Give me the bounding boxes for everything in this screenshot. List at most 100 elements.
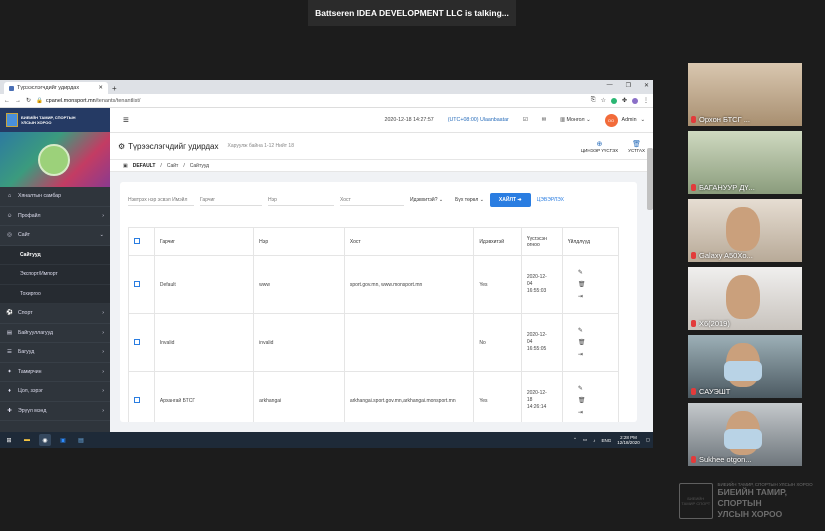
reload-icon[interactable]: ↻ (26, 97, 31, 104)
sidebar-item[interactable]: ✚ Эрүүл мэнд › (0, 402, 110, 421)
maximize-icon[interactable]: ❐ (626, 82, 631, 89)
cell-created: 2020-12- 18 14:26:14 (520, 371, 563, 422)
type-select[interactable]: Бүх төрөл ⌄ (455, 197, 484, 203)
puzzle-icon[interactable]: ✤ (622, 97, 627, 104)
sidebar-item-arrow-icon: › (102, 368, 104, 375)
zoom-icon[interactable]: ▣ (57, 434, 69, 446)
participant-name: Galaxy A50Xo... (699, 251, 753, 260)
menu-icon[interactable]: ⋮ (643, 97, 649, 104)
select-all-checkbox[interactable] (134, 237, 140, 244)
forward-icon[interactable]: → (15, 98, 21, 104)
participant-tile[interactable]: Sukhee otgon... (688, 403, 802, 466)
name-input[interactable]: Нэр (268, 194, 334, 206)
sidebar-item[interactable]: ⌂ Хяналтын самбар (0, 187, 110, 207)
flag-icon: ▥ (560, 117, 566, 123)
input-language[interactable]: ENG (601, 438, 611, 443)
host-input[interactable]: Хост (340, 194, 404, 206)
volume-icon[interactable]: ♪ (593, 438, 595, 443)
active-select[interactable]: Идэвхитэй? ⌄ (410, 197, 443, 203)
language-select[interactable]: ▥ Монгол ⌄ (560, 117, 591, 123)
cell-created: 2020-12- 04 16:55:03 (520, 255, 563, 314)
column-header[interactable]: Үйлдлүүд (561, 227, 620, 256)
edit-icon[interactable]: ✎ (578, 327, 583, 334)
created-time: 16:55:05 (526, 346, 547, 352)
sidebar-item[interactable]: ✦ Тамирчин › (0, 363, 110, 382)
clock[interactable]: 2:28 PM 12/18/2020 (617, 435, 640, 445)
browser-tab[interactable]: Түрээслэгчдийг удирдах ✕ (4, 82, 108, 94)
sidebar-item-icon: ☰ (7, 349, 12, 356)
breadcrumb-site[interactable]: Сайт (167, 163, 179, 169)
new-tab-icon[interactable]: + (112, 84, 117, 93)
network-icon[interactable]: ▭ (583, 437, 587, 443)
muted-mic-icon (691, 116, 696, 123)
chrome-icon[interactable]: ◉ (39, 434, 51, 446)
sidebar-item[interactable]: ▤ Байгууллагууд › (0, 324, 110, 343)
breadcrumb-default[interactable]: DEFAULT (133, 163, 156, 169)
sidebar-item[interactable]: ◎ Сайт ⌄ (0, 226, 110, 246)
clear-button[interactable]: ЦЭВЭРЛЭХ (537, 197, 564, 203)
sidebar-item[interactable]: ☺ Профайл › (0, 207, 110, 226)
login-icon[interactable]: ⇥ (578, 409, 583, 416)
sidebar-subitem[interactable]: Сайтууд (0, 245, 110, 265)
close-window-icon[interactable]: ✕ (644, 82, 649, 89)
trash-icon[interactable]: 🗑 (578, 397, 586, 404)
extension-icon[interactable] (610, 97, 617, 104)
scrollbar[interactable] (647, 148, 653, 210)
sidebar-item-label: Цол, зэрэг (18, 388, 43, 395)
row-checkbox[interactable] (134, 280, 140, 287)
sidebar-subitem[interactable]: Экспорт/Импорт (0, 265, 110, 285)
login-icon[interactable]: ⇥ (578, 351, 583, 358)
minimize-icon[interactable]: — (607, 82, 613, 89)
search-button[interactable]: ХАЙЛТ ➜ (489, 193, 531, 207)
hamburger-icon[interactable]: ≡ (123, 115, 385, 126)
user-menu[interactable]: OO Admin ⌄ (604, 113, 645, 127)
created-day: 04 (526, 339, 533, 345)
trash-icon[interactable]: 🗑 (578, 339, 586, 346)
edit-icon[interactable]: ✎ (578, 269, 583, 276)
checklist-icon[interactable]: ☑ (523, 117, 528, 123)
created-date: 2020-12- (526, 390, 547, 396)
sidebar-item[interactable]: ♦ Цол, зэрэг › (0, 382, 110, 402)
tray-chevron-icon[interactable]: ⌃ (573, 437, 577, 443)
sidebar-subitem[interactable]: Тохиргоо (0, 284, 110, 304)
username-input[interactable]: Нэвтрэх нэр эсвэл Имэйл (128, 194, 194, 206)
language-label: Монгол (566, 117, 585, 123)
column-header[interactable]: Хост (343, 227, 475, 256)
title-input[interactable]: Гарчиг (200, 194, 262, 206)
close-tab-icon[interactable]: ✕ (98, 85, 103, 91)
participant-face (726, 207, 760, 251)
column-header[interactable]: Гарчиг (153, 227, 255, 256)
column-header[interactable]: Нэр (253, 227, 345, 256)
chat-icon[interactable]: ✉ (542, 117, 546, 123)
sidebar-banner (0, 132, 110, 187)
watermark-line1: БИЕИЙН ТАМИР, СПОРТЫН (717, 487, 787, 508)
url-field[interactable]: 🔒 cpanel.monsport.mn/tenants/tenantlist/ (36, 98, 586, 104)
app-icon[interactable]: ▤ (75, 434, 87, 446)
star-icon[interactable]: ☆ (601, 97, 606, 104)
name-placeholder: Нэр (268, 196, 277, 203)
row-checkbox[interactable] (134, 338, 140, 345)
trash-icon[interactable]: 🗑 (578, 281, 586, 288)
timezone[interactable]: (UTC+08:00) Ulaanbaatar (448, 117, 509, 123)
login-icon[interactable]: ⇥ (578, 293, 583, 300)
back-icon[interactable]: ← (4, 98, 10, 104)
participant-tile[interactable]: САУЭШТ (688, 335, 802, 398)
file-explorer-icon[interactable]: ▬ (21, 434, 33, 446)
delete-button[interactable]: 🗑 УСТГАХ (628, 140, 645, 153)
edit-icon[interactable]: ✎ (578, 385, 583, 392)
participant-tile[interactable]: Орхон БТСГ ... (688, 63, 802, 126)
column-header[interactable]: Үүсгэсэн огноо (520, 227, 563, 256)
sidebar-item[interactable]: ☰ Багууд › (0, 343, 110, 363)
notification-icon[interactable]: ▢ (646, 437, 650, 443)
participant-tile[interactable]: БАГАНУУР ДҮ... (688, 131, 802, 194)
translate-icon[interactable]: ⎘ (591, 97, 596, 104)
column-header[interactable]: Идэвхитэй (473, 227, 522, 256)
participant-tile[interactable]: Galaxy A50Xo... (688, 199, 802, 262)
sidebar-item[interactable]: ⚽ Спорт › (0, 304, 110, 324)
start-icon[interactable]: ⊞ (3, 434, 15, 446)
profile-icon[interactable] (632, 97, 638, 104)
row-checkbox[interactable] (134, 396, 140, 403)
create-button[interactable]: ⊕ ЦИНЭЭР ҮҮСГЭХ (581, 140, 618, 153)
participant-tile[interactable]: Х6(2019) (688, 267, 802, 330)
sidebar-item-label: Багууд (18, 349, 35, 356)
